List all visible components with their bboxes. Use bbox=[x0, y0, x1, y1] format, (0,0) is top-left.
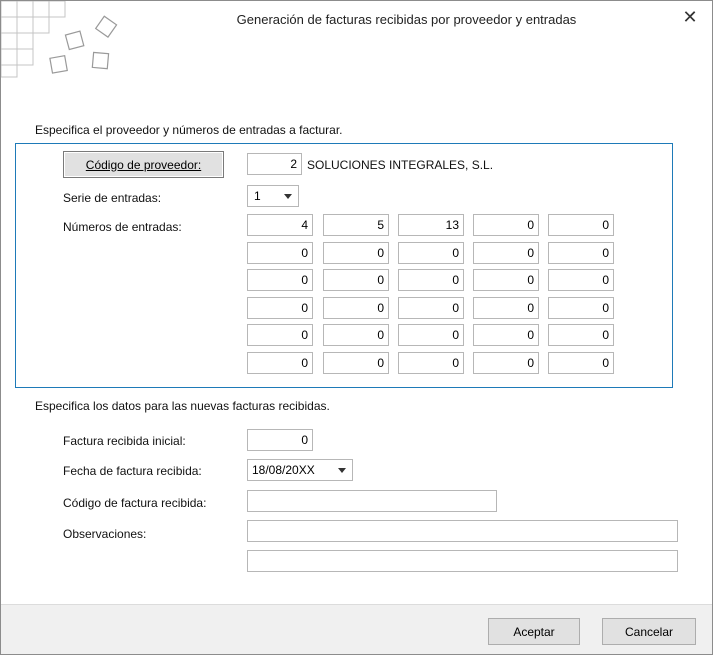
entry-field[interactable]: 0 bbox=[398, 352, 464, 374]
entry-field[interactable]: 0 bbox=[398, 269, 464, 291]
entry-field[interactable]: 0 bbox=[323, 297, 389, 319]
initial-invoice-label: Factura recibida inicial: bbox=[63, 434, 186, 448]
notes-field-line2[interactable] bbox=[247, 550, 678, 572]
accept-button[interactable]: Aceptar bbox=[488, 618, 580, 645]
chevron-down-icon bbox=[284, 194, 292, 199]
chevron-down-icon bbox=[338, 468, 346, 473]
entry-field[interactable]: 0 bbox=[548, 269, 614, 291]
entry-field[interactable]: 0 bbox=[473, 214, 539, 236]
entry-field[interactable]: 0 bbox=[323, 269, 389, 291]
supplier-code-button-label: Código de proveedor: bbox=[85, 157, 202, 172]
entry-field[interactable]: 0 bbox=[247, 297, 313, 319]
entry-field[interactable]: 0 bbox=[247, 324, 313, 346]
entry-field[interactable]: 0 bbox=[473, 242, 539, 264]
supplier-code-field[interactable]: 2 bbox=[247, 153, 302, 175]
notes-field-line1[interactable] bbox=[247, 520, 678, 542]
invoice-date-picker[interactable]: 18/08/20XX bbox=[247, 459, 353, 481]
series-select[interactable]: 1 bbox=[247, 185, 299, 207]
entry-field[interactable]: 0 bbox=[548, 214, 614, 236]
entry-field[interactable]: 0 bbox=[323, 242, 389, 264]
entries-label: Números de entradas: bbox=[63, 220, 182, 234]
entry-field[interactable]: 0 bbox=[247, 352, 313, 374]
entry-field[interactable]: 0 bbox=[323, 352, 389, 374]
entry-field[interactable]: 0 bbox=[398, 297, 464, 319]
series-select-value: 1 bbox=[254, 189, 261, 203]
entry-field[interactable]: 0 bbox=[548, 324, 614, 346]
entry-field[interactable]: 13 bbox=[398, 214, 464, 236]
dialog-footer: Aceptar Cancelar bbox=[1, 604, 712, 654]
notes-label: Observaciones: bbox=[63, 527, 147, 541]
invoice-date-label: Fecha de factura recibida: bbox=[63, 464, 202, 478]
invoice-date-value: 18/08/20XX bbox=[252, 463, 315, 477]
entry-field[interactable]: 5 bbox=[323, 214, 389, 236]
close-icon[interactable]: ✕ bbox=[680, 7, 700, 27]
invoice-code-label: Código de factura recibida: bbox=[63, 496, 207, 510]
entry-field[interactable]: 0 bbox=[473, 324, 539, 346]
entry-field[interactable]: 0 bbox=[548, 352, 614, 374]
section-label-invoice: Especifica los datos para las nuevas fac… bbox=[35, 399, 330, 413]
entry-field[interactable]: 0 bbox=[473, 352, 539, 374]
entry-field[interactable]: 0 bbox=[548, 297, 614, 319]
series-label: Serie de entradas: bbox=[63, 191, 162, 205]
supplier-name: SOLUCIONES INTEGRALES, S.L. bbox=[307, 158, 494, 172]
entry-field[interactable]: 0 bbox=[398, 324, 464, 346]
invoice-code-field[interactable] bbox=[247, 490, 497, 512]
entry-field[interactable]: 0 bbox=[473, 297, 539, 319]
entry-field[interactable]: 0 bbox=[398, 242, 464, 264]
app-logo-icon bbox=[1, 1, 118, 78]
entry-field[interactable]: 0 bbox=[247, 269, 313, 291]
cancel-button[interactable]: Cancelar bbox=[602, 618, 696, 645]
entry-field[interactable]: 0 bbox=[548, 242, 614, 264]
entry-field[interactable]: 0 bbox=[473, 269, 539, 291]
initial-invoice-field[interactable]: 0 bbox=[247, 429, 313, 451]
dialog-window: Generación de facturas recibidas por pro… bbox=[0, 0, 713, 655]
entry-field[interactable]: 4 bbox=[247, 214, 313, 236]
entry-field[interactable]: 0 bbox=[247, 242, 313, 264]
supplier-code-button[interactable]: Código de proveedor: bbox=[63, 151, 224, 178]
section-label-supplier: Especifica el proveedor y números de ent… bbox=[35, 123, 343, 137]
window-title: Generación de facturas recibidas por pro… bbox=[236, 12, 577, 27]
entry-field[interactable]: 0 bbox=[323, 324, 389, 346]
